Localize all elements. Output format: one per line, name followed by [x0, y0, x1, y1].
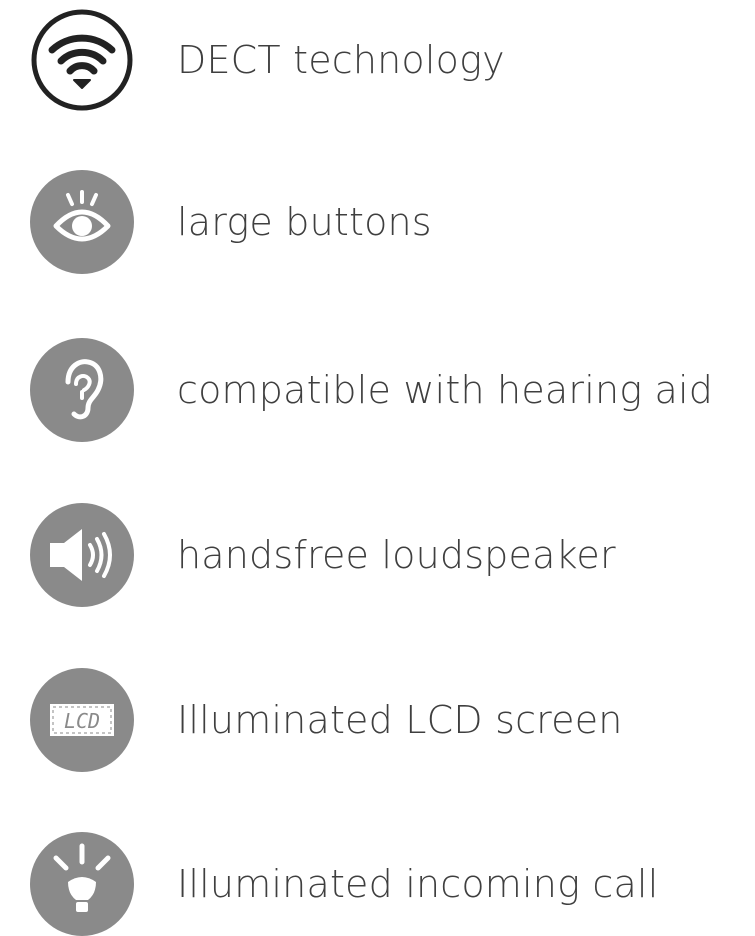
feature-dect-technology: DECT technology: [30, 8, 750, 112]
ear-icon: [30, 338, 134, 442]
lcd-screen-icon: LCD: [30, 668, 134, 772]
feature-incoming-call: Illuminated incoming call: [30, 832, 750, 936]
feature-label: large buttons: [177, 200, 432, 244]
feature-hearing-aid: compatible with hearing aid: [30, 338, 750, 442]
feature-label: compatible with hearing aid: [177, 368, 714, 412]
speaker-icon: [30, 503, 134, 607]
feature-lcd-screen: LCD Illuminated LCD screen: [30, 668, 750, 772]
feature-label: DECT technology: [177, 38, 505, 82]
feature-loudspeaker: handsfree loudspeaker: [30, 503, 750, 607]
feature-list: DECT technology large buttons compatible…: [0, 0, 755, 936]
feature-label: Illuminated LCD screen: [177, 698, 623, 742]
feature-large-buttons: large buttons: [30, 170, 750, 274]
eye-icon: [30, 170, 134, 274]
feature-label: Illuminated incoming call: [177, 862, 659, 906]
wifi-icon: [30, 8, 134, 112]
light-bulb-icon: [30, 832, 134, 936]
feature-label: handsfree loudspeaker: [177, 533, 616, 577]
lcd-icon-text: LCD: [64, 709, 100, 733]
